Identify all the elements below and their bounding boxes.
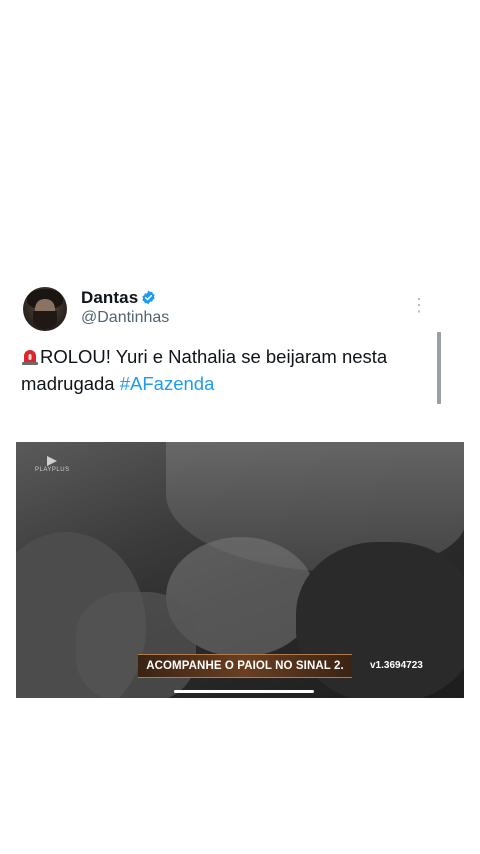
tweet-text: ROLOU! Yuri e Nathalia se beijaram nesta… bbox=[21, 343, 431, 397]
author-handle[interactable]: @Dantinhas bbox=[81, 309, 169, 327]
home-indicator[interactable] bbox=[174, 690, 314, 693]
more-options-icon[interactable]: ⋮ bbox=[410, 296, 428, 314]
verified-badge-icon bbox=[142, 290, 155, 305]
play-icon bbox=[47, 456, 57, 466]
logo-text: PLAYPLUS bbox=[35, 467, 70, 473]
video-version-label: v1.3694723 bbox=[370, 660, 423, 671]
author-name[interactable]: Dantas bbox=[81, 288, 138, 308]
avatar[interactable] bbox=[23, 287, 67, 331]
video-frame-shape bbox=[76, 592, 196, 698]
hashtag-link[interactable]: #AFazenda bbox=[120, 373, 215, 394]
siren-emoji-icon bbox=[22, 350, 38, 365]
scrollbar[interactable] bbox=[437, 332, 441, 404]
playplus-logo: PLAYPLUS bbox=[35, 456, 69, 473]
video-player[interactable]: PLAYPLUS ACOMPANHE O PAIOL NO SINAL 2. v… bbox=[16, 442, 464, 698]
video-banner: ACOMPANHE O PAIOL NO SINAL 2. bbox=[138, 654, 352, 678]
avatar-beard bbox=[33, 311, 57, 329]
